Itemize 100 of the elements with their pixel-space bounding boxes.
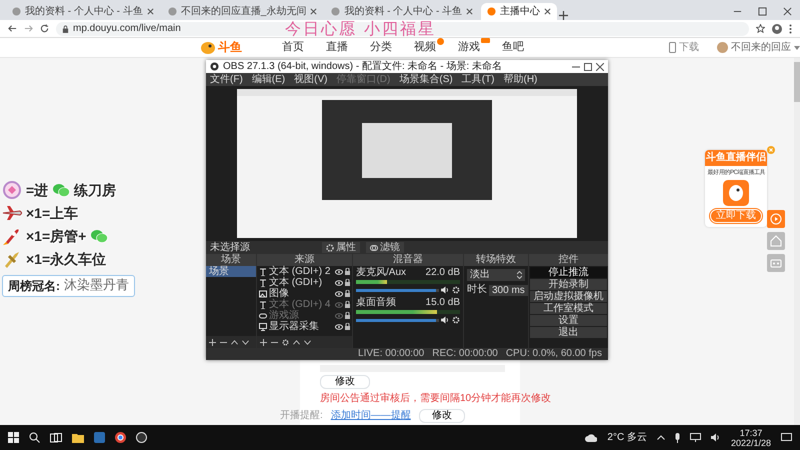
edit-button[interactable]: 修改 [320, 375, 370, 389]
more-icon[interactable] [789, 24, 792, 34]
close-icon[interactable] [310, 8, 318, 15]
scrollbar-thumb[interactable] [794, 62, 800, 102]
task-view-icon[interactable] [50, 432, 62, 442]
eye-icon[interactable] [335, 280, 343, 286]
menu-item[interactable]: 工具(T) [462, 74, 494, 86]
edit-button[interactable]: 修改 [418, 409, 465, 423]
up-icon[interactable] [293, 338, 300, 346]
nav-link[interactable]: 游戏 [458, 40, 480, 54]
browser-tab[interactable]: 我的资料 - 个人中心 - 斗鱼 [6, 3, 160, 20]
eye-icon[interactable] [335, 268, 343, 274]
source-item[interactable]: 游戏源 [257, 310, 352, 321]
menu-item[interactable]: 视图(V) [294, 74, 328, 86]
properties-button[interactable]: 属性 [322, 242, 360, 253]
source-item[interactable]: 文本 (GDI+) [257, 277, 352, 288]
control-button[interactable]: 开始录制 [530, 279, 607, 290]
source-item[interactable]: 文本 (GDI+) 4 [257, 299, 352, 310]
close-icon[interactable] [466, 8, 474, 15]
menu-item[interactable]: 编辑(E) [252, 74, 286, 86]
nav-link[interactable]: 分类 [370, 40, 392, 54]
play-button[interactable] [767, 210, 785, 228]
control-button[interactable]: 设置 [530, 315, 607, 326]
start-icon[interactable] [8, 432, 19, 443]
browser-tab[interactable]: 不回来的回应直播_永劫无间 [162, 3, 324, 20]
control-button[interactable]: 工作室模式 [530, 303, 607, 314]
plus-icon[interactable] [260, 338, 267, 346]
window-title: OBS 27.1.3 (64-bit, windows) - 配置文件: 未命名 - 场景: 未命名 [223, 60, 502, 72]
close-icon[interactable] [783, 6, 792, 16]
duration-field[interactable]: 300 ms [489, 284, 528, 296]
nav-link[interactable]: 直播 [326, 40, 348, 54]
close-icon[interactable] [596, 62, 604, 70]
transition-select[interactable]: 淡出 [467, 269, 525, 281]
eye-icon[interactable] [335, 324, 343, 330]
lock-icon[interactable] [345, 312, 350, 319]
rule-text: =进 [25, 182, 50, 198]
back-icon[interactable] [8, 24, 17, 33]
app-icon[interactable] [94, 432, 105, 443]
microphone-icon[interactable] [674, 432, 680, 442]
maximize-icon[interactable] [758, 6, 767, 16]
download-link[interactable]: 下载 [679, 42, 699, 54]
reminder-link[interactable]: 添加时间——提醒 [330, 410, 411, 422]
speaker-icon[interactable] [441, 286, 450, 294]
down-icon[interactable] [242, 338, 249, 346]
menu-item[interactable]: 场景集合(S) [399, 74, 453, 86]
eye-icon[interactable] [335, 290, 343, 296]
channel-name: 麦克风/Aux [356, 268, 406, 278]
nav-link[interactable]: 首页 [282, 40, 304, 54]
obs-icon[interactable] [136, 432, 147, 443]
clock[interactable]: 17:37 2022/1/28 [730, 428, 771, 448]
source-item[interactable]: 图像 [257, 288, 352, 299]
reminder-label: 开播提醒: [280, 410, 323, 422]
profile-icon[interactable] [772, 24, 782, 34]
lock-icon[interactable] [345, 301, 350, 308]
chevron-up-icon[interactable] [656, 435, 665, 440]
source-item[interactable]: 显示器采集 [257, 321, 352, 332]
control-button[interactable]: 停止推流 [530, 267, 607, 278]
reload-icon[interactable] [40, 24, 49, 33]
menu-item[interactable]: 帮助(H) [503, 74, 538, 86]
browser-tab[interactable]: 我的资料 - 个人中心 - 斗鱼 [325, 3, 480, 20]
folder-icon[interactable] [72, 432, 84, 442]
filters-button[interactable]: 滤镜 [366, 242, 404, 253]
speaker-icon[interactable] [441, 316, 450, 324]
lock-icon[interactable] [345, 279, 350, 286]
browser-icon[interactable] [115, 432, 126, 443]
speaker-icon[interactable] [710, 433, 721, 442]
browser-tab[interactable]: 主播中心 [481, 3, 558, 20]
control-button[interactable]: 退出 [530, 327, 607, 338]
star-icon[interactable] [756, 24, 765, 33]
nav-link[interactable]: 视频 [414, 40, 436, 54]
search-icon[interactable] [29, 432, 40, 443]
fish-logo-icon [200, 40, 216, 54]
source-item[interactable]: 文本 (GDI+) 2 [257, 266, 352, 277]
lock-icon[interactable] [345, 290, 350, 297]
plus-icon[interactable] [209, 338, 216, 346]
lock-icon[interactable] [345, 268, 350, 275]
caret-icon[interactable] [794, 46, 800, 50]
user-name[interactable]: 不回来的回应 [731, 42, 791, 54]
network-icon[interactable] [690, 433, 701, 442]
gear-icon[interactable] [452, 286, 460, 294]
channel-name: 桌面音频 [356, 298, 396, 308]
down-icon[interactable] [304, 338, 311, 346]
scene-item[interactable]: 场景 [206, 266, 256, 277]
favicon-icon [487, 7, 496, 16]
up-icon[interactable] [231, 338, 238, 346]
control-button[interactable]: 启动虚拟摄像机 [530, 291, 607, 302]
rule-text: ×1=永久车位 [25, 250, 108, 268]
lock-icon[interactable] [345, 323, 350, 330]
gear-icon[interactable] [452, 316, 460, 324]
nav-link[interactable]: 鱼吧 [502, 40, 524, 54]
text-icon [259, 278, 267, 286]
menu-item[interactable]: 文件(F) [210, 74, 243, 86]
new-tab-icon[interactable] [559, 11, 568, 20]
notification-icon[interactable] [781, 432, 792, 442]
weather-text[interactable]: 2°C 多云 [607, 432, 647, 444]
close-icon[interactable] [544, 8, 552, 15]
maximize-icon[interactable] [584, 62, 592, 70]
channel-reading: 22.0 dB [426, 268, 460, 278]
gear-icon[interactable] [282, 338, 289, 346]
close-icon[interactable] [146, 8, 154, 15]
